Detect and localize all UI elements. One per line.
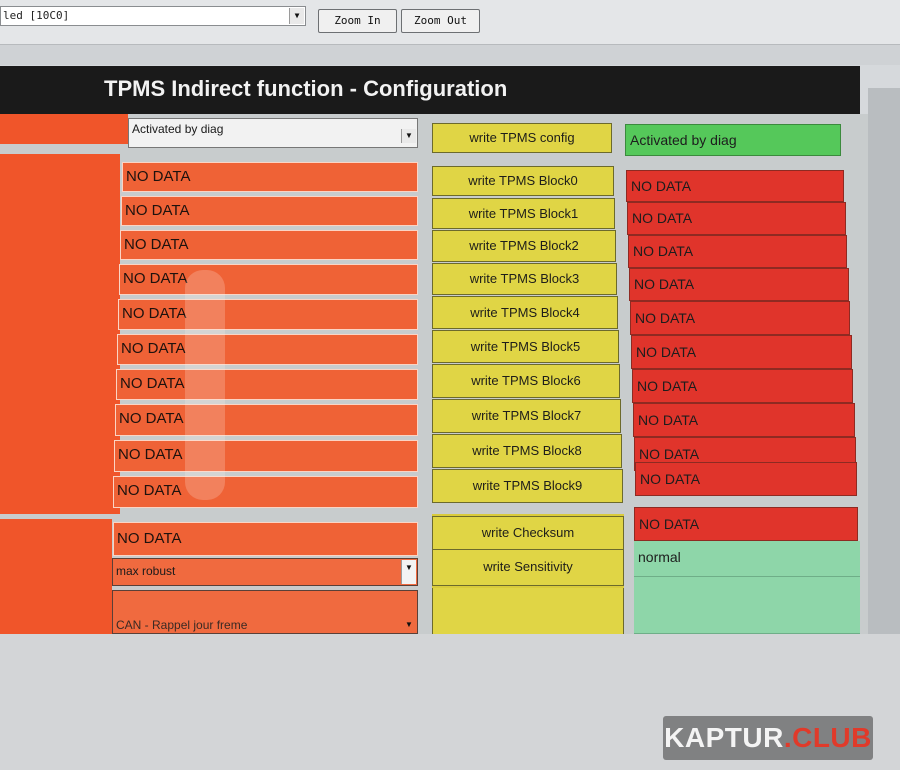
screen-glare (185, 270, 225, 500)
chevron-down-icon[interactable]: ▼ (402, 619, 416, 631)
block3-value-field: NO DATA (119, 264, 418, 295)
sensitivity-dropdown-value: max robust (116, 564, 176, 578)
block0-value-field: NO DATA (122, 162, 418, 192)
block6-value-field: NO DATA (116, 369, 418, 400)
write-block7-button[interactable]: write TPMS Block7 (432, 399, 621, 433)
block0-status: NO DATA (626, 170, 844, 202)
write-sensitivity-button[interactable]: write Sensitivity (432, 550, 624, 586)
checksum-status: NO DATA (634, 507, 858, 541)
toolbar: led [10C0] ▼ Zoom In Zoom Out (0, 0, 900, 45)
chevron-down-icon[interactable]: ▼ (401, 129, 416, 143)
block1-value-field: NO DATA (121, 196, 418, 226)
blocks-label-area (0, 154, 120, 514)
write-block0-button[interactable]: write TPMS Block0 (432, 166, 614, 196)
write-block9-button[interactable]: write TPMS Block9 (432, 469, 623, 503)
block4-status: NO DATA (630, 301, 850, 335)
page-title: TPMS Indirect function - Configuration (104, 76, 508, 101)
write-tpms-config-button[interactable]: write TPMS config (432, 123, 612, 153)
write-block6-button[interactable]: write TPMS Block6 (432, 364, 620, 398)
zoom-out-button[interactable]: Zoom Out (401, 9, 480, 33)
block7-status: NO DATA (633, 403, 855, 437)
write-block2-button[interactable]: write TPMS Block2 (432, 230, 616, 262)
block2-status: NO DATA (628, 235, 847, 268)
write-block3-button[interactable]: write TPMS Block3 (432, 263, 617, 295)
write-block1-button[interactable]: write TPMS Block1 (432, 198, 615, 229)
block1-status: NO DATA (627, 202, 846, 235)
kaptur-club-watermark: KAPTUR.CLUB (663, 716, 873, 760)
chevron-down-icon[interactable]: ▼ (289, 8, 304, 24)
block8-value-field: NO DATA (114, 440, 418, 472)
ecu-select-value: led [10C0] (3, 9, 70, 22)
block2-value-field: NO DATA (120, 230, 418, 260)
block5-status: NO DATA (631, 335, 852, 369)
block9-value-field: NO DATA (113, 476, 418, 508)
zoom-in-button[interactable]: Zoom In (318, 9, 397, 33)
datastream-dropdown[interactable]: CAN - Rappel jour freme ▼ (112, 590, 418, 634)
activation-dropdown[interactable]: Activated by diag ▼ (128, 118, 418, 148)
window-frame (868, 88, 900, 638)
datastream-dropdown-value: CAN - Rappel jour freme (116, 618, 248, 632)
toolbar-gap (0, 45, 900, 65)
watermark-part1: KAPTUR (664, 722, 784, 753)
settings-label-area (0, 519, 112, 634)
sensitivity-dropdown[interactable]: max robust ▼ (112, 558, 418, 586)
watermark-part2: .CLUB (783, 722, 872, 753)
chevron-down-icon[interactable]: ▼ (401, 560, 416, 584)
write-block5-button[interactable]: write TPMS Block5 (432, 330, 619, 363)
block4-value-field: NO DATA (118, 299, 418, 330)
sensitivity-status: normal (634, 541, 860, 577)
write-block8-button[interactable]: write TPMS Block8 (432, 434, 622, 468)
checksum-value-field: NO DATA (113, 522, 418, 556)
datastream-status: Disabled (634, 577, 860, 634)
block9-status: NO DATA (635, 462, 857, 496)
config-status: Activated by diag (625, 124, 841, 156)
block7-value-field: NO DATA (115, 404, 418, 436)
block6-status: NO DATA (632, 369, 853, 403)
page-title-bar: TPMS Indirect function - Configuration (0, 66, 860, 114)
config-label-cell (0, 114, 128, 144)
block3-status: NO DATA (629, 268, 849, 301)
config-panel: Activated by diag ▼ write TPMS config Ac… (0, 114, 868, 635)
activation-dropdown-value: Activated by diag (132, 122, 224, 136)
block5-value-field: NO DATA (117, 334, 418, 365)
ecu-select[interactable]: led [10C0] ▼ (0, 6, 306, 26)
write-datastream-button[interactable]: write DataStreamLos (432, 588, 624, 635)
write-checksum-button[interactable]: write Checksum (432, 516, 624, 550)
write-block4-button[interactable]: write TPMS Block4 (432, 296, 618, 329)
